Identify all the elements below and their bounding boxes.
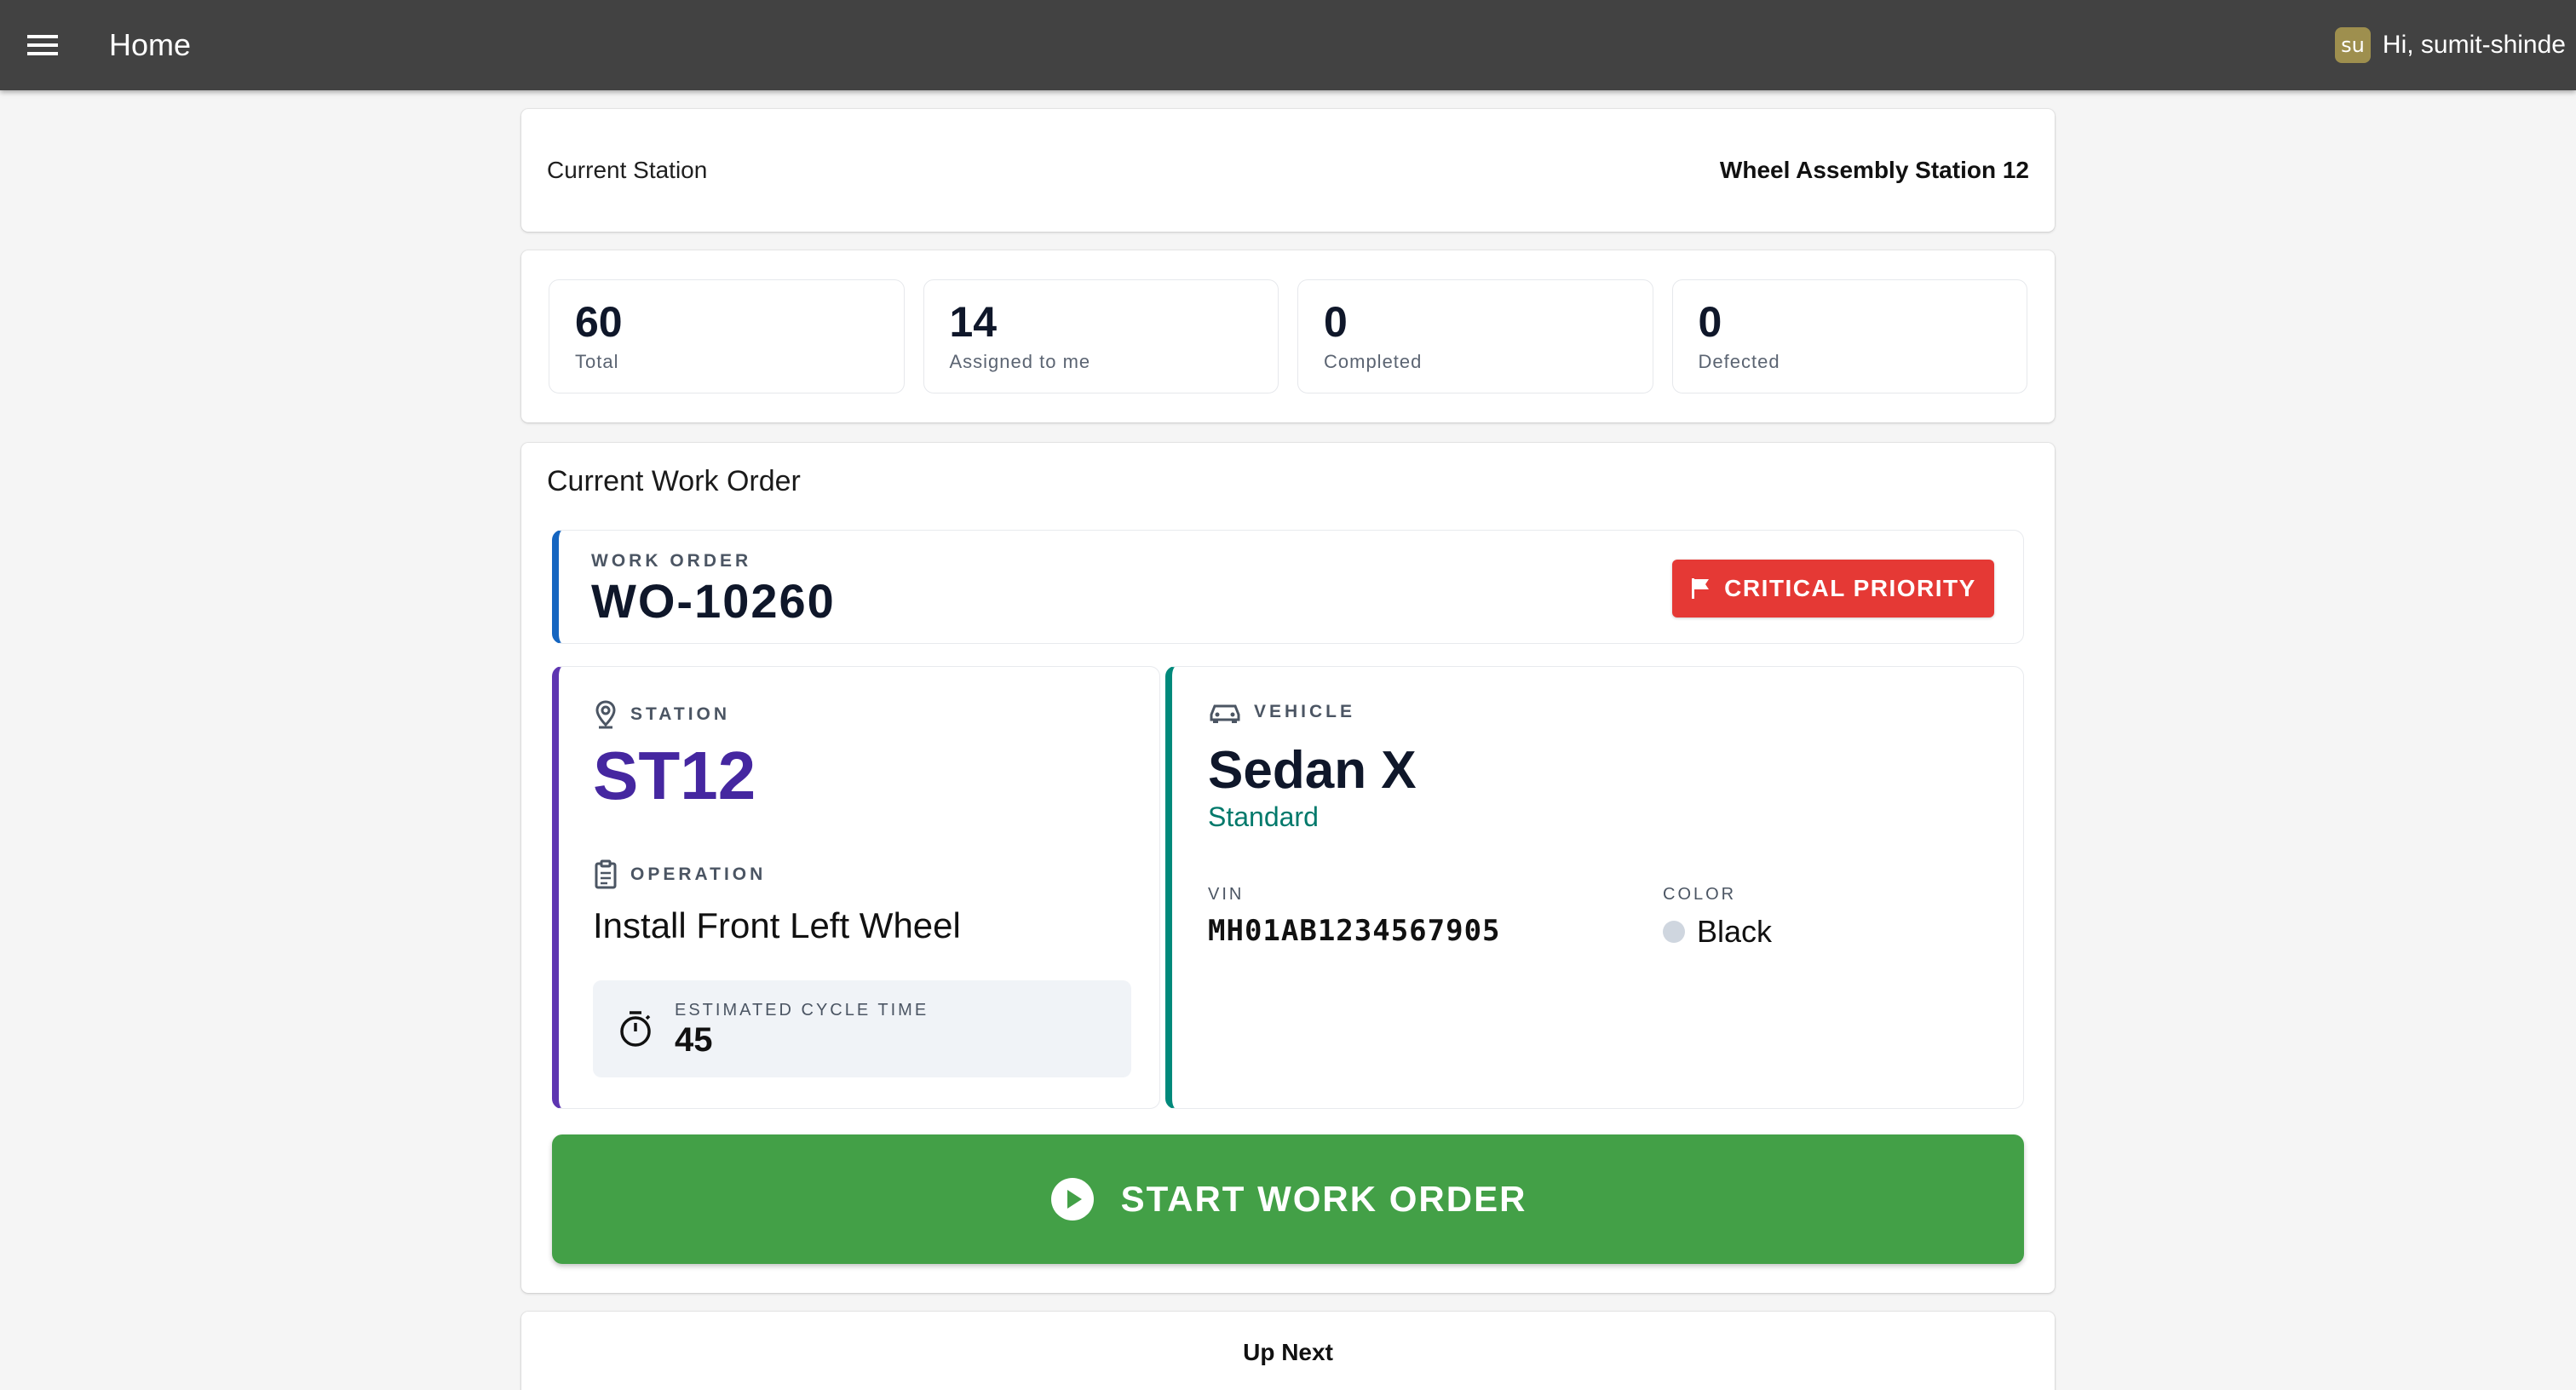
stat-completed[interactable]: 0 Completed <box>1297 279 1653 393</box>
cycle-time-box: ESTIMATED CYCLE TIME 45 <box>593 980 1131 1077</box>
vehicle-trim: Standard <box>1208 801 1319 832</box>
stat-defected[interactable]: 0 Defected <box>1671 279 2027 393</box>
stat-value: 14 <box>949 298 998 346</box>
flag-icon <box>1692 578 1710 599</box>
menu-icon <box>27 35 58 55</box>
cycle-time-value: 45 <box>675 1021 713 1059</box>
stat-caption: Defected <box>1698 351 1780 372</box>
vehicle-section-title: VEHICLE <box>1208 699 1355 725</box>
location-pin-icon <box>595 700 616 729</box>
user-greeting: Hi, sumit-shinde <box>2382 31 2566 59</box>
vehicle-model: Sedan X <box>1208 741 1417 800</box>
operation-name: Install Front Left Wheel <box>593 905 961 945</box>
work-order-heading: Current Work Order <box>547 465 801 497</box>
station-section-title: STATION <box>593 699 730 730</box>
vehicle-panel: VEHICLE Sedan X Standard VIN MH01AB12345… <box>1165 666 2024 1109</box>
work-order-number: WO-10260 <box>591 574 836 628</box>
work-order-banner: WORK ORDER WO-10260 CRITICAL PRIORITY <box>552 530 2024 644</box>
vehicle-label: VEHICLE <box>1254 702 1356 721</box>
up-next-card: Up Next <box>521 1312 2055 1390</box>
stat-caption: Completed <box>1324 351 1423 372</box>
station-code: ST12 <box>593 738 756 813</box>
color-swatch <box>1663 921 1685 943</box>
menu-button[interactable] <box>0 0 85 90</box>
page-title: Home <box>109 27 192 62</box>
timer-icon <box>620 1011 651 1047</box>
stat-total[interactable]: 60 Total <box>549 279 905 393</box>
priority-label: CRITICAL PRIORITY <box>1724 575 1976 601</box>
play-circle-icon <box>1050 1178 1094 1221</box>
stat-value: 60 <box>575 298 623 346</box>
start-work-order-button[interactable]: START WORK ORDER <box>552 1134 2024 1264</box>
color-label: COLOR <box>1663 885 1737 904</box>
stat-value: 0 <box>1698 298 1722 346</box>
car-icon <box>1210 704 1240 723</box>
stats-card: 60 Total 14 Assigned to me 0 Completed 0… <box>521 250 2055 422</box>
app-bar: Home su Hi, sumit-shinde <box>0 0 2576 90</box>
station-panel: STATION ST12 OPERATION Install Front Lef… <box>552 666 1160 1109</box>
up-next-label: Up Next <box>1243 1339 1333 1365</box>
current-station-value: Wheel Assembly Station 12 <box>1719 157 2029 183</box>
avatar: su <box>2334 27 2371 63</box>
vin-label: VIN <box>1208 885 1245 904</box>
stat-caption: Total <box>575 351 619 372</box>
cycle-time-label: ESTIMATED CYCLE TIME <box>675 1001 929 1020</box>
station-label: STATION <box>630 704 731 724</box>
current-station-card: Current Station Wheel Assembly Station 1… <box>521 109 2055 232</box>
color-name: Black <box>1697 914 1773 949</box>
vin-value: MH01AB1234567905 <box>1208 914 1501 948</box>
work-order-label: WORK ORDER <box>591 551 752 571</box>
operation-section-title: OPERATION <box>593 859 766 890</box>
stat-caption: Assigned to me <box>949 351 1091 372</box>
operation-label: OPERATION <box>630 864 767 884</box>
clipboard-icon <box>595 859 617 889</box>
stat-assigned[interactable]: 14 Assigned to me <box>923 279 1279 393</box>
start-work-order-label: START WORK ORDER <box>1120 1179 1527 1219</box>
current-work-order-card: Current Work Order WORK ORDER WO-10260 C… <box>521 443 2055 1293</box>
color-value: Black <box>1663 914 1772 950</box>
current-station-label: Current Station <box>547 157 708 183</box>
priority-badge: CRITICAL PRIORITY <box>1672 560 1994 617</box>
stat-value: 0 <box>1324 298 1348 346</box>
user-menu[interactable]: su Hi, sumit-shinde <box>2334 0 2566 90</box>
